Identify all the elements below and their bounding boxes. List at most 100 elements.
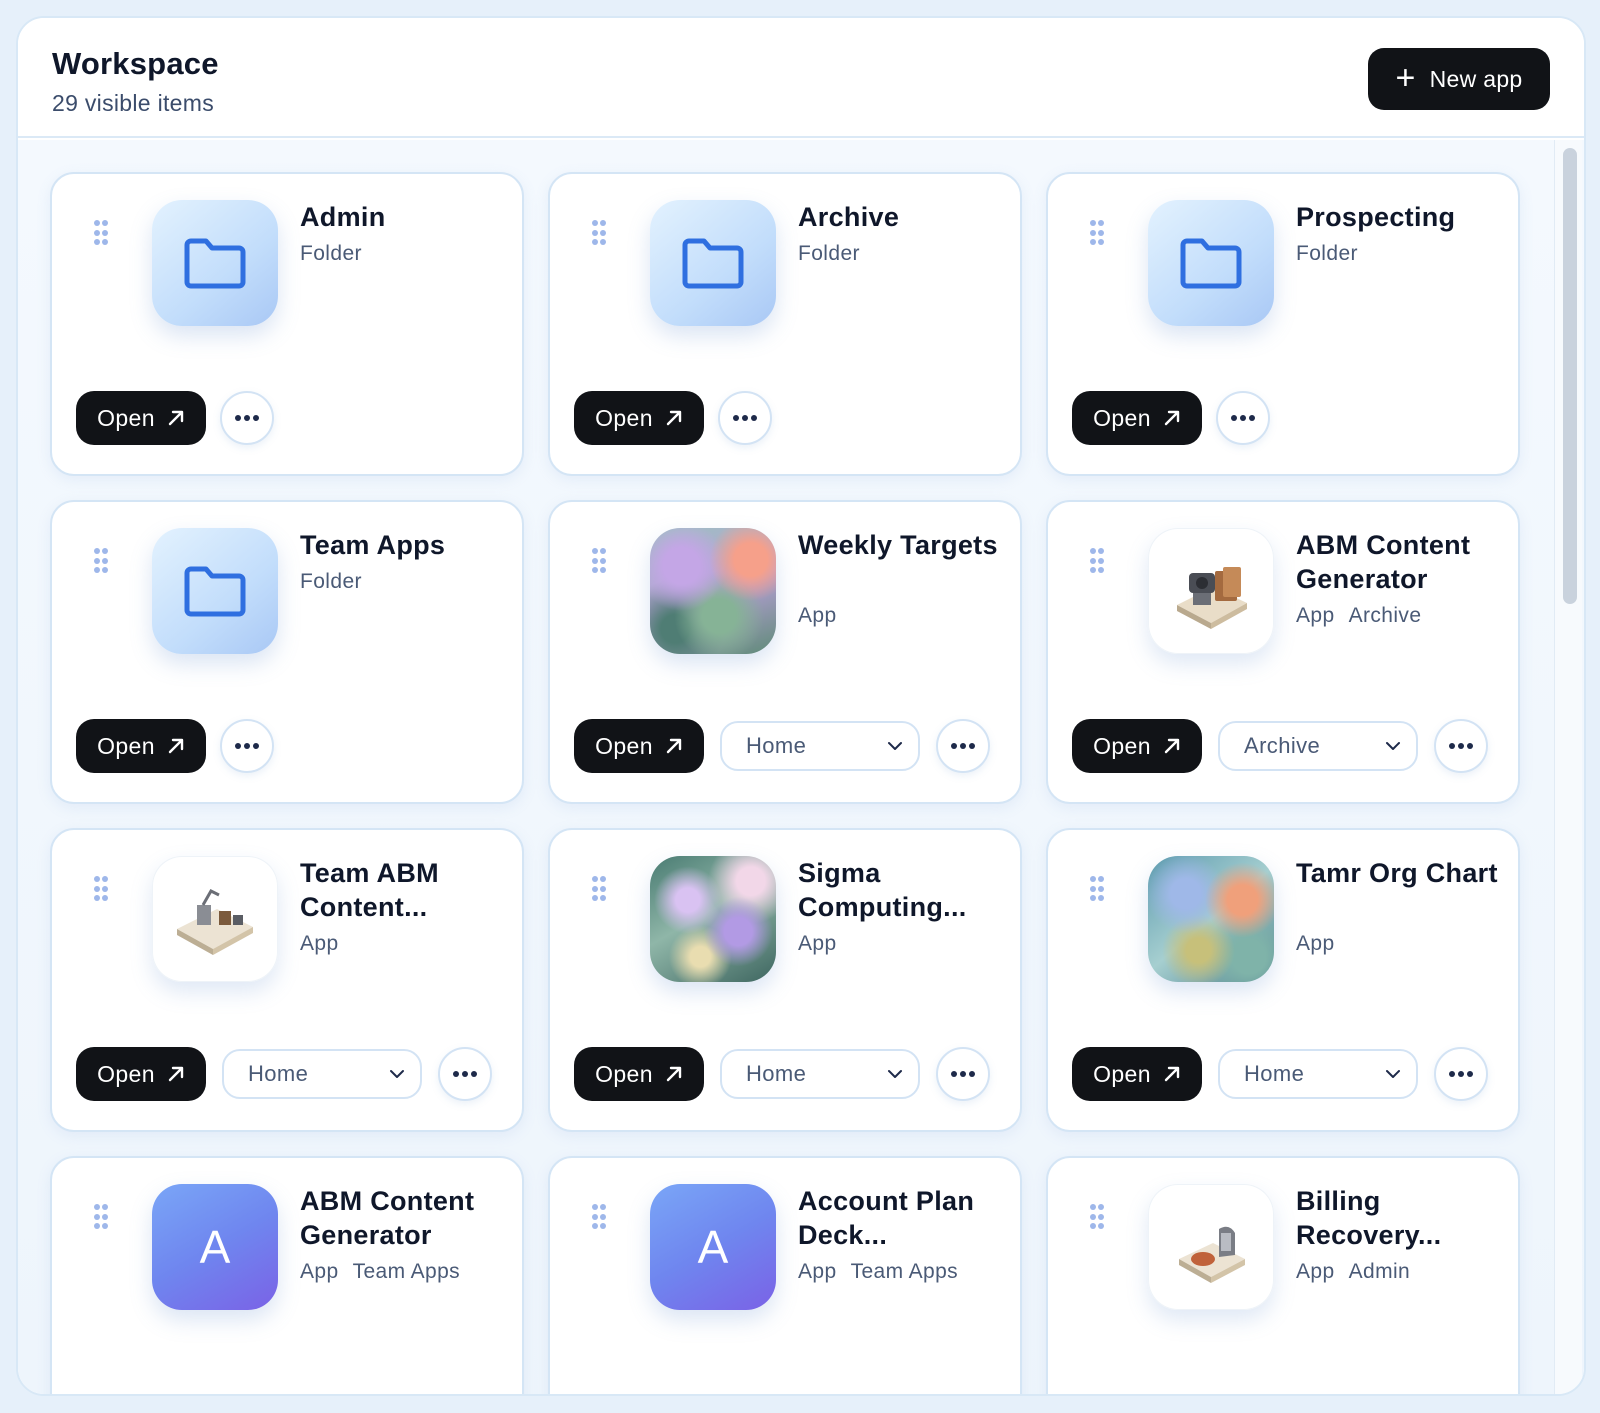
drag-handle-icon[interactable] (94, 876, 108, 902)
open-button[interactable]: Open (574, 1047, 704, 1101)
app-thumbnail-painting (650, 528, 776, 654)
drag-handle-icon[interactable] (1090, 548, 1104, 574)
drag-handle-icon[interactable] (592, 220, 606, 246)
open-button[interactable]: Open (1072, 719, 1202, 773)
machine-illustration-icon (1179, 1226, 1245, 1283)
location-select[interactable]: Home (1218, 1049, 1418, 1099)
open-button[interactable]: Open (574, 391, 704, 445)
app-card[interactable]: Tamr Org Chart App Open Home (1046, 828, 1520, 1132)
folder-card[interactable]: Archive Folder Open (548, 172, 1022, 476)
open-button[interactable]: Open (76, 719, 206, 773)
app-card[interactable]: Billing Recovery... App Admin (1046, 1156, 1520, 1394)
folder-icon (1180, 238, 1242, 289)
app-initial: A (199, 1221, 231, 1273)
more-options-button[interactable] (936, 719, 990, 773)
folder-icon (184, 566, 246, 617)
more-options-button[interactable] (438, 1047, 492, 1101)
open-button[interactable]: Open (574, 719, 704, 773)
open-button[interactable]: Open (76, 391, 206, 445)
card-meta: Folder (300, 570, 362, 594)
vertical-scrollbar[interactable] (1554, 140, 1582, 1394)
location-select-value: Home (1244, 1061, 1305, 1086)
arrow-up-right-icon (168, 1066, 184, 1082)
card-meta: App Team Apps (300, 1260, 460, 1284)
more-options-button[interactable] (1216, 391, 1270, 445)
location-select-value: Home (746, 1061, 807, 1086)
drag-handle-icon[interactable] (94, 220, 108, 246)
card-title: Team Apps (300, 530, 446, 560)
drag-handle-icon[interactable] (592, 548, 606, 574)
app-card[interactable]: Weekly Targets App Open Home (548, 500, 1022, 804)
app-thumbnail-machine (1148, 528, 1274, 654)
card-title: Account Plan Deck... (798, 1186, 975, 1250)
ellipsis-icon (951, 743, 975, 749)
folder-icon (682, 238, 744, 289)
ellipsis-icon (733, 415, 757, 421)
drag-handle-icon[interactable] (1090, 876, 1104, 902)
card-meta: App (798, 604, 837, 628)
card-type: App (798, 932, 837, 955)
ellipsis-icon (235, 415, 259, 421)
card-type: Folder (300, 570, 362, 593)
card-meta: App (300, 932, 339, 956)
location-select-value: Home (746, 733, 807, 758)
open-button[interactable]: Open (1072, 1047, 1202, 1101)
app-card[interactable]: A ABM Content Generator App Team Apps (50, 1156, 524, 1394)
location-select[interactable]: Home (720, 721, 920, 771)
more-options-button[interactable] (718, 391, 772, 445)
folder-card[interactable]: Prospecting Folder Open (1046, 172, 1520, 476)
new-app-label: New app (1429, 65, 1523, 92)
ellipsis-icon (1231, 415, 1255, 421)
ellipsis-icon (235, 743, 259, 749)
more-options-button[interactable] (220, 719, 274, 773)
folder-thumbnail (152, 528, 278, 654)
drag-handle-icon[interactable] (592, 1204, 606, 1230)
more-options-button[interactable] (1434, 719, 1488, 773)
open-button[interactable]: Open (76, 1047, 206, 1101)
card-location: Team Apps (850, 1260, 959, 1283)
arrow-up-right-icon (666, 410, 682, 426)
card-meta: App Team Apps (798, 1260, 958, 1284)
drag-handle-icon[interactable] (1090, 1204, 1104, 1230)
card-meta: Folder (300, 242, 362, 266)
more-options-button[interactable] (936, 1047, 990, 1101)
card-type: Folder (798, 242, 860, 265)
app-card[interactable]: ABM Content Generator App Archive Open Ar… (1046, 500, 1520, 804)
card-meta: Folder (1296, 242, 1358, 266)
more-options-button[interactable] (1434, 1047, 1488, 1101)
card-meta: App Archive (1296, 604, 1421, 628)
more-options-button[interactable] (220, 391, 274, 445)
app-thumbnail-machine (152, 856, 278, 982)
location-select[interactable]: Archive (1218, 721, 1418, 771)
card-title: Archive (798, 202, 900, 232)
scrollbar-thumb[interactable] (1563, 148, 1577, 604)
arrow-up-right-icon (666, 738, 682, 754)
card-title: Admin (300, 202, 386, 232)
drag-handle-icon[interactable] (94, 1204, 108, 1230)
ellipsis-icon (1449, 743, 1473, 749)
app-thumbnail-letter: A (650, 1184, 776, 1310)
folder-card[interactable]: Team Apps Folder Open (50, 500, 524, 804)
drag-handle-icon[interactable] (592, 876, 606, 902)
chevron-down-icon (1386, 742, 1400, 750)
arrow-up-right-icon (666, 1066, 682, 1082)
folder-thumbnail (1148, 200, 1274, 326)
chevron-down-icon (1386, 1070, 1400, 1078)
card-title: ABM Content Generator (300, 1186, 475, 1250)
drag-handle-icon[interactable] (1090, 220, 1104, 246)
location-select[interactable]: Home (222, 1049, 422, 1099)
open-button[interactable]: Open (1072, 391, 1202, 445)
card-grid: Admin Folder Open Archive Folder Open Pr… (50, 172, 1520, 1394)
new-app-button[interactable]: + New app (1368, 48, 1550, 110)
app-card[interactable]: Sigma Computing... App Open Home (548, 828, 1022, 1132)
open-label: Open (595, 404, 653, 431)
app-card[interactable]: A Account Plan Deck... App Team Apps (548, 1156, 1022, 1394)
app-card[interactable]: Team ABM Content... App Open Home (50, 828, 524, 1132)
arrow-up-right-icon (1164, 1066, 1180, 1082)
card-location: Admin (1348, 1260, 1411, 1283)
open-label: Open (1093, 1060, 1151, 1087)
drag-handle-icon[interactable] (94, 548, 108, 574)
location-select[interactable]: Home (720, 1049, 920, 1099)
folder-card[interactable]: Admin Folder Open (50, 172, 524, 476)
open-label: Open (1093, 404, 1151, 431)
